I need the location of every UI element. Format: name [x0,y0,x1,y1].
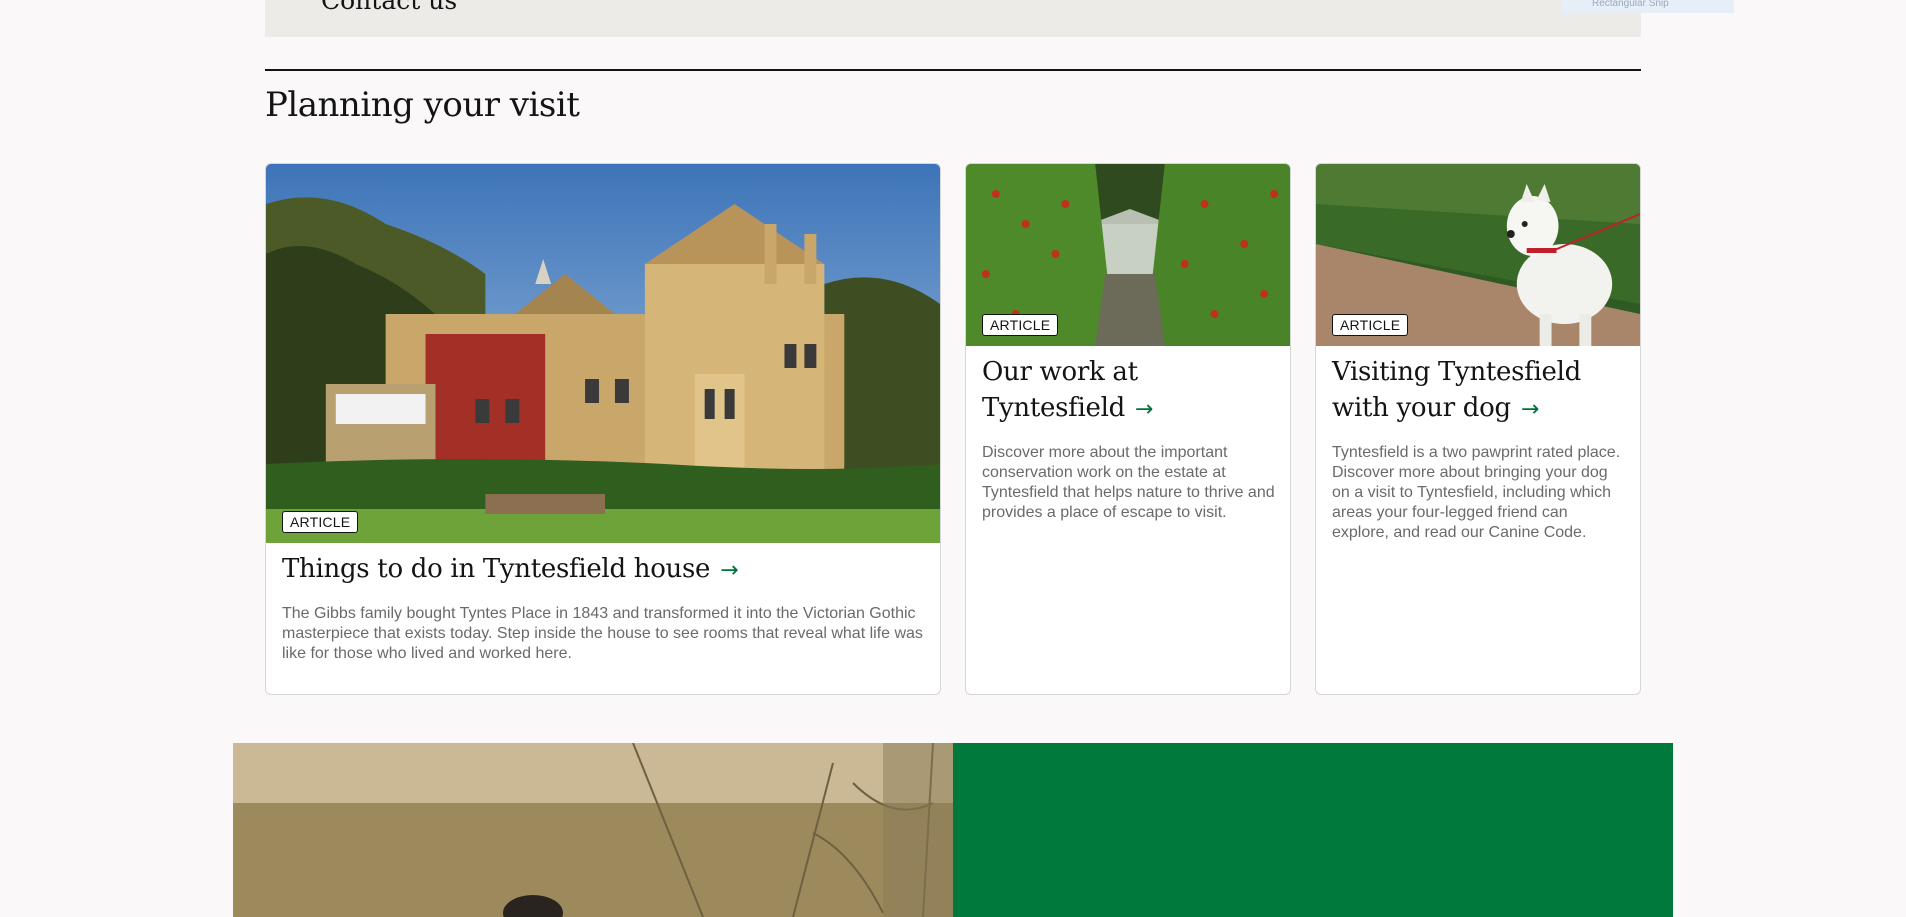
arrow-right-icon: → [720,558,739,583]
arrow-right-icon: → [1134,397,1154,422]
card-description: Discover more about the important conser… [982,444,1275,521]
card-title[interactable]: Things to do in Tyntesfield house → [282,551,926,589]
section-title: Planning your visit [265,85,580,125]
article-tag: ARTICLE [282,511,359,533]
card-title-text: Things to do in Tyntesfield house [282,554,711,584]
card-description: Tyntesfield is a two pawprint rated plac… [1332,444,1621,541]
card-visiting-with-dog[interactable]: ARTICLE Visiting Tyntesfield with your d… [1315,163,1641,695]
article-tag: ARTICLE [1332,314,1409,336]
card-image-tyntesfield-house [266,164,940,543]
article-tag: ARTICLE [982,314,1059,336]
section-divider [265,69,1641,71]
contact-us-link[interactable]: Contact us [321,0,457,15]
card-title[interactable]: Visiting Tyntesfield with your dog → [1332,354,1626,428]
card-our-work[interactable]: ARTICLE Our work at Tyntesfield → Discov… [965,163,1291,695]
card-title-text: Our work at Tyntesfield [982,357,1138,423]
card-things-to-do[interactable]: ARTICLE Things to do in Tyntesfield hous… [265,163,941,695]
card-title[interactable]: Our work at Tyntesfield → [982,354,1276,428]
card-title-text: Visiting Tyntesfield with your dog [1332,357,1581,423]
contact-strip: Contact us [265,0,1641,37]
promo-image [233,743,953,917]
rectangular-snip-badge: Rectangular Snip [1562,0,1734,13]
promo-green-panel [953,743,1673,917]
arrow-right-icon: → [1520,397,1539,422]
card-description: The Gibbs family bought Tyntes Place in … [282,605,923,662]
